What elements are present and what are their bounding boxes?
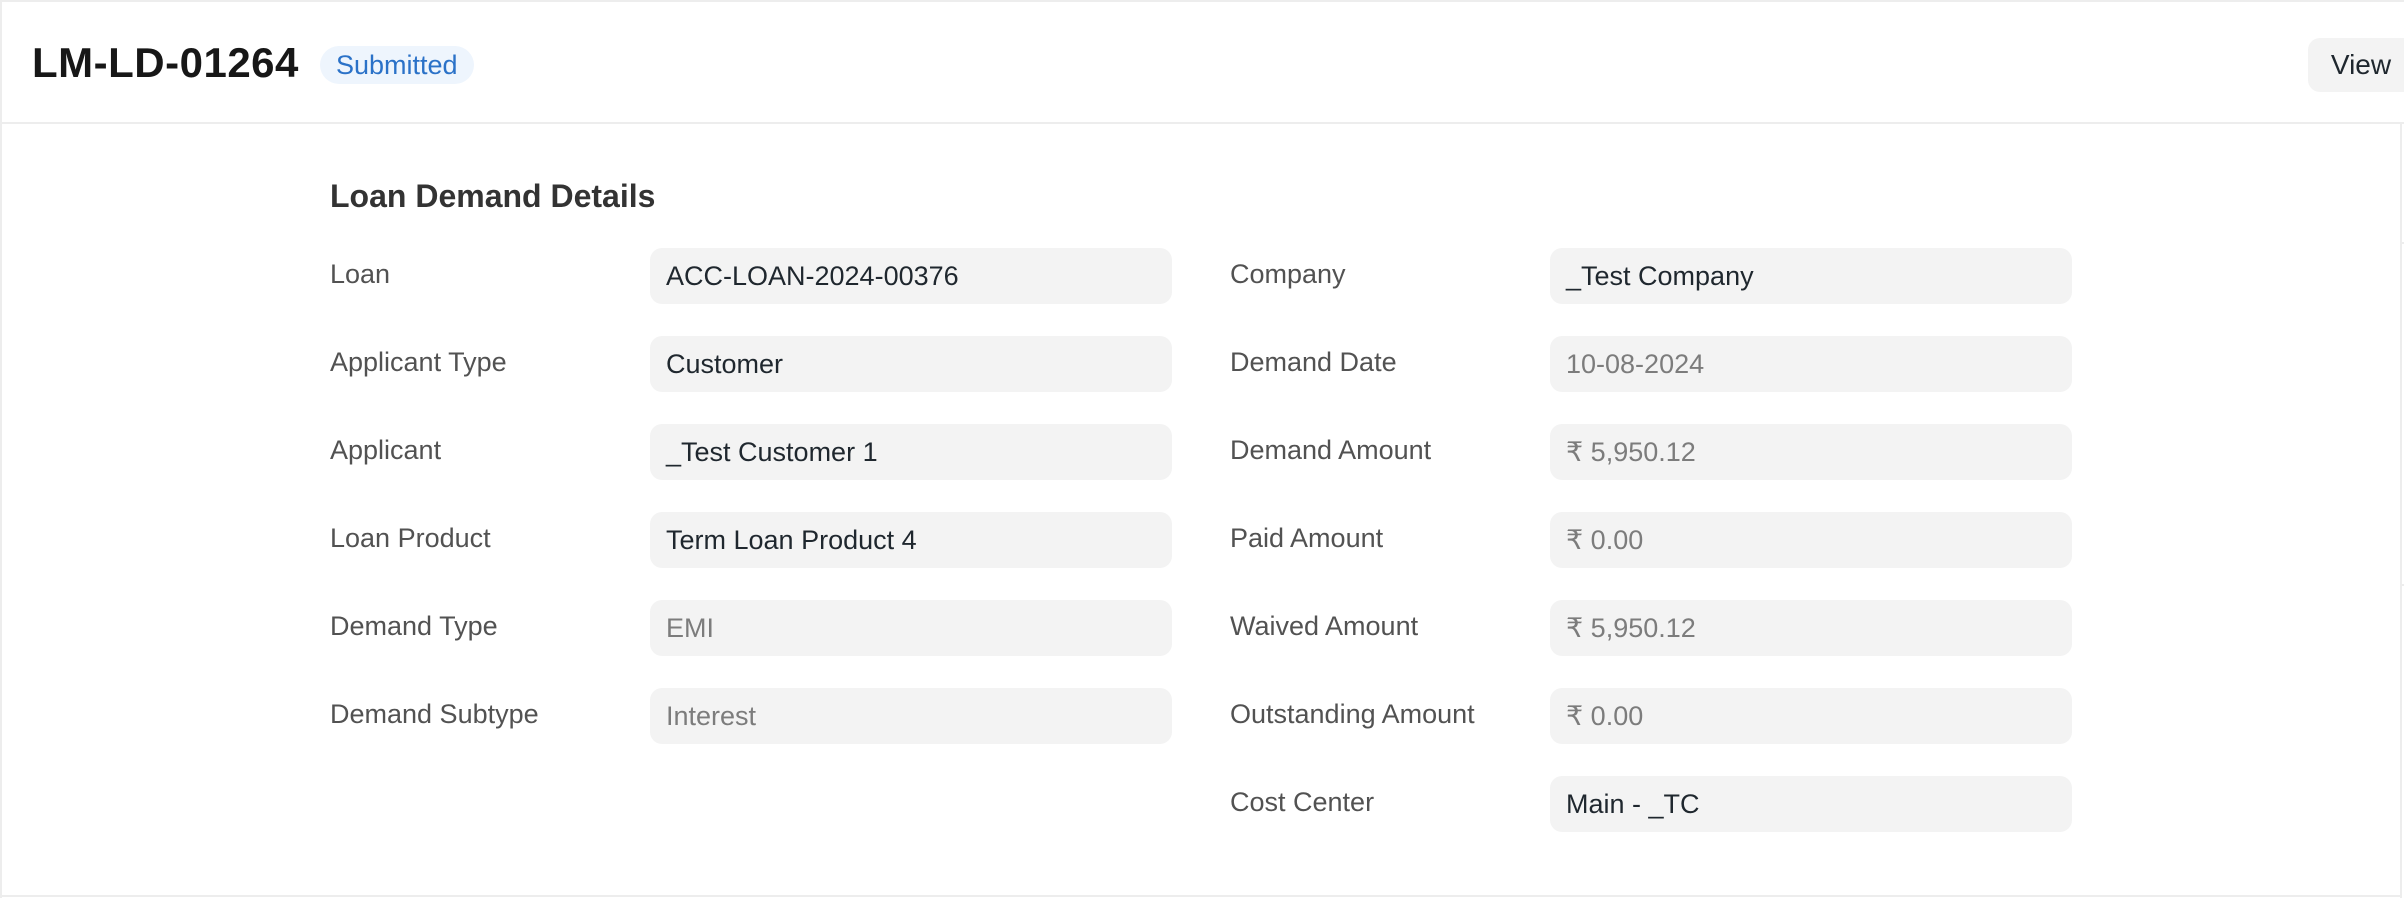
field-label-loan-product: Loan Product [330, 523, 491, 553]
demand-amount-field: ₹ 5,950.12 [1550, 424, 2072, 480]
demand-date-field: 10-08-2024 [1550, 336, 2072, 392]
loan-product-field[interactable]: Term Loan Product 4 [650, 512, 1172, 568]
page-header: LM-LD-01264 Submitted View [2, 2, 2404, 124]
applicant-type-field[interactable]: Customer [650, 336, 1172, 392]
field-label-demand-amount: Demand Amount [1230, 435, 1432, 465]
right-divider-tick [2400, 584, 2404, 586]
demand-subtype-field: Interest [650, 688, 1172, 744]
right-divider-tick [2400, 242, 2404, 244]
company-field[interactable]: _Test Company [1550, 248, 2072, 304]
bottom-divider [2, 895, 2400, 897]
form-page: LM-LD-01264 Submitted View Loan Demand D… [0, 0, 2404, 898]
outstanding-amount-field: ₹ 0.00 [1550, 688, 2072, 744]
field-label-paid-amount: Paid Amount [1230, 523, 1384, 553]
field-label-waived-amount: Waived Amount [1230, 611, 1419, 641]
field-label-demand-date: Demand Date [1230, 347, 1397, 377]
applicant-field[interactable]: _Test Customer 1 [650, 424, 1172, 480]
paid-amount-field: ₹ 0.00 [1550, 512, 2072, 568]
field-label-loan: Loan [330, 259, 391, 289]
view-button[interactable]: View [2308, 38, 2404, 92]
field-label-demand-type: Demand Type [330, 611, 498, 641]
field-label-demand-subtype: Demand Subtype [330, 699, 539, 729]
field-label-applicant: Applicant [330, 435, 442, 465]
right-divider [2400, 124, 2402, 898]
status-badge: Submitted [320, 46, 474, 84]
field-label-applicant-type: Applicant Type [330, 347, 507, 377]
section-title: Loan Demand Details [330, 178, 656, 214]
demand-type-field: EMI [650, 600, 1172, 656]
field-label-company: Company [1230, 259, 1346, 289]
loan-field[interactable]: ACC-LOAN-2024-00376 [650, 248, 1172, 304]
page-title: LM-LD-01264 [32, 39, 299, 86]
field-label-cost-center: Cost Center [1230, 787, 1375, 817]
cost-center-field[interactable]: Main - _TC [1550, 776, 2072, 832]
field-label-outstanding-amount: Outstanding Amount [1230, 699, 1475, 729]
waived-amount-field: ₹ 5,950.12 [1550, 600, 2072, 656]
